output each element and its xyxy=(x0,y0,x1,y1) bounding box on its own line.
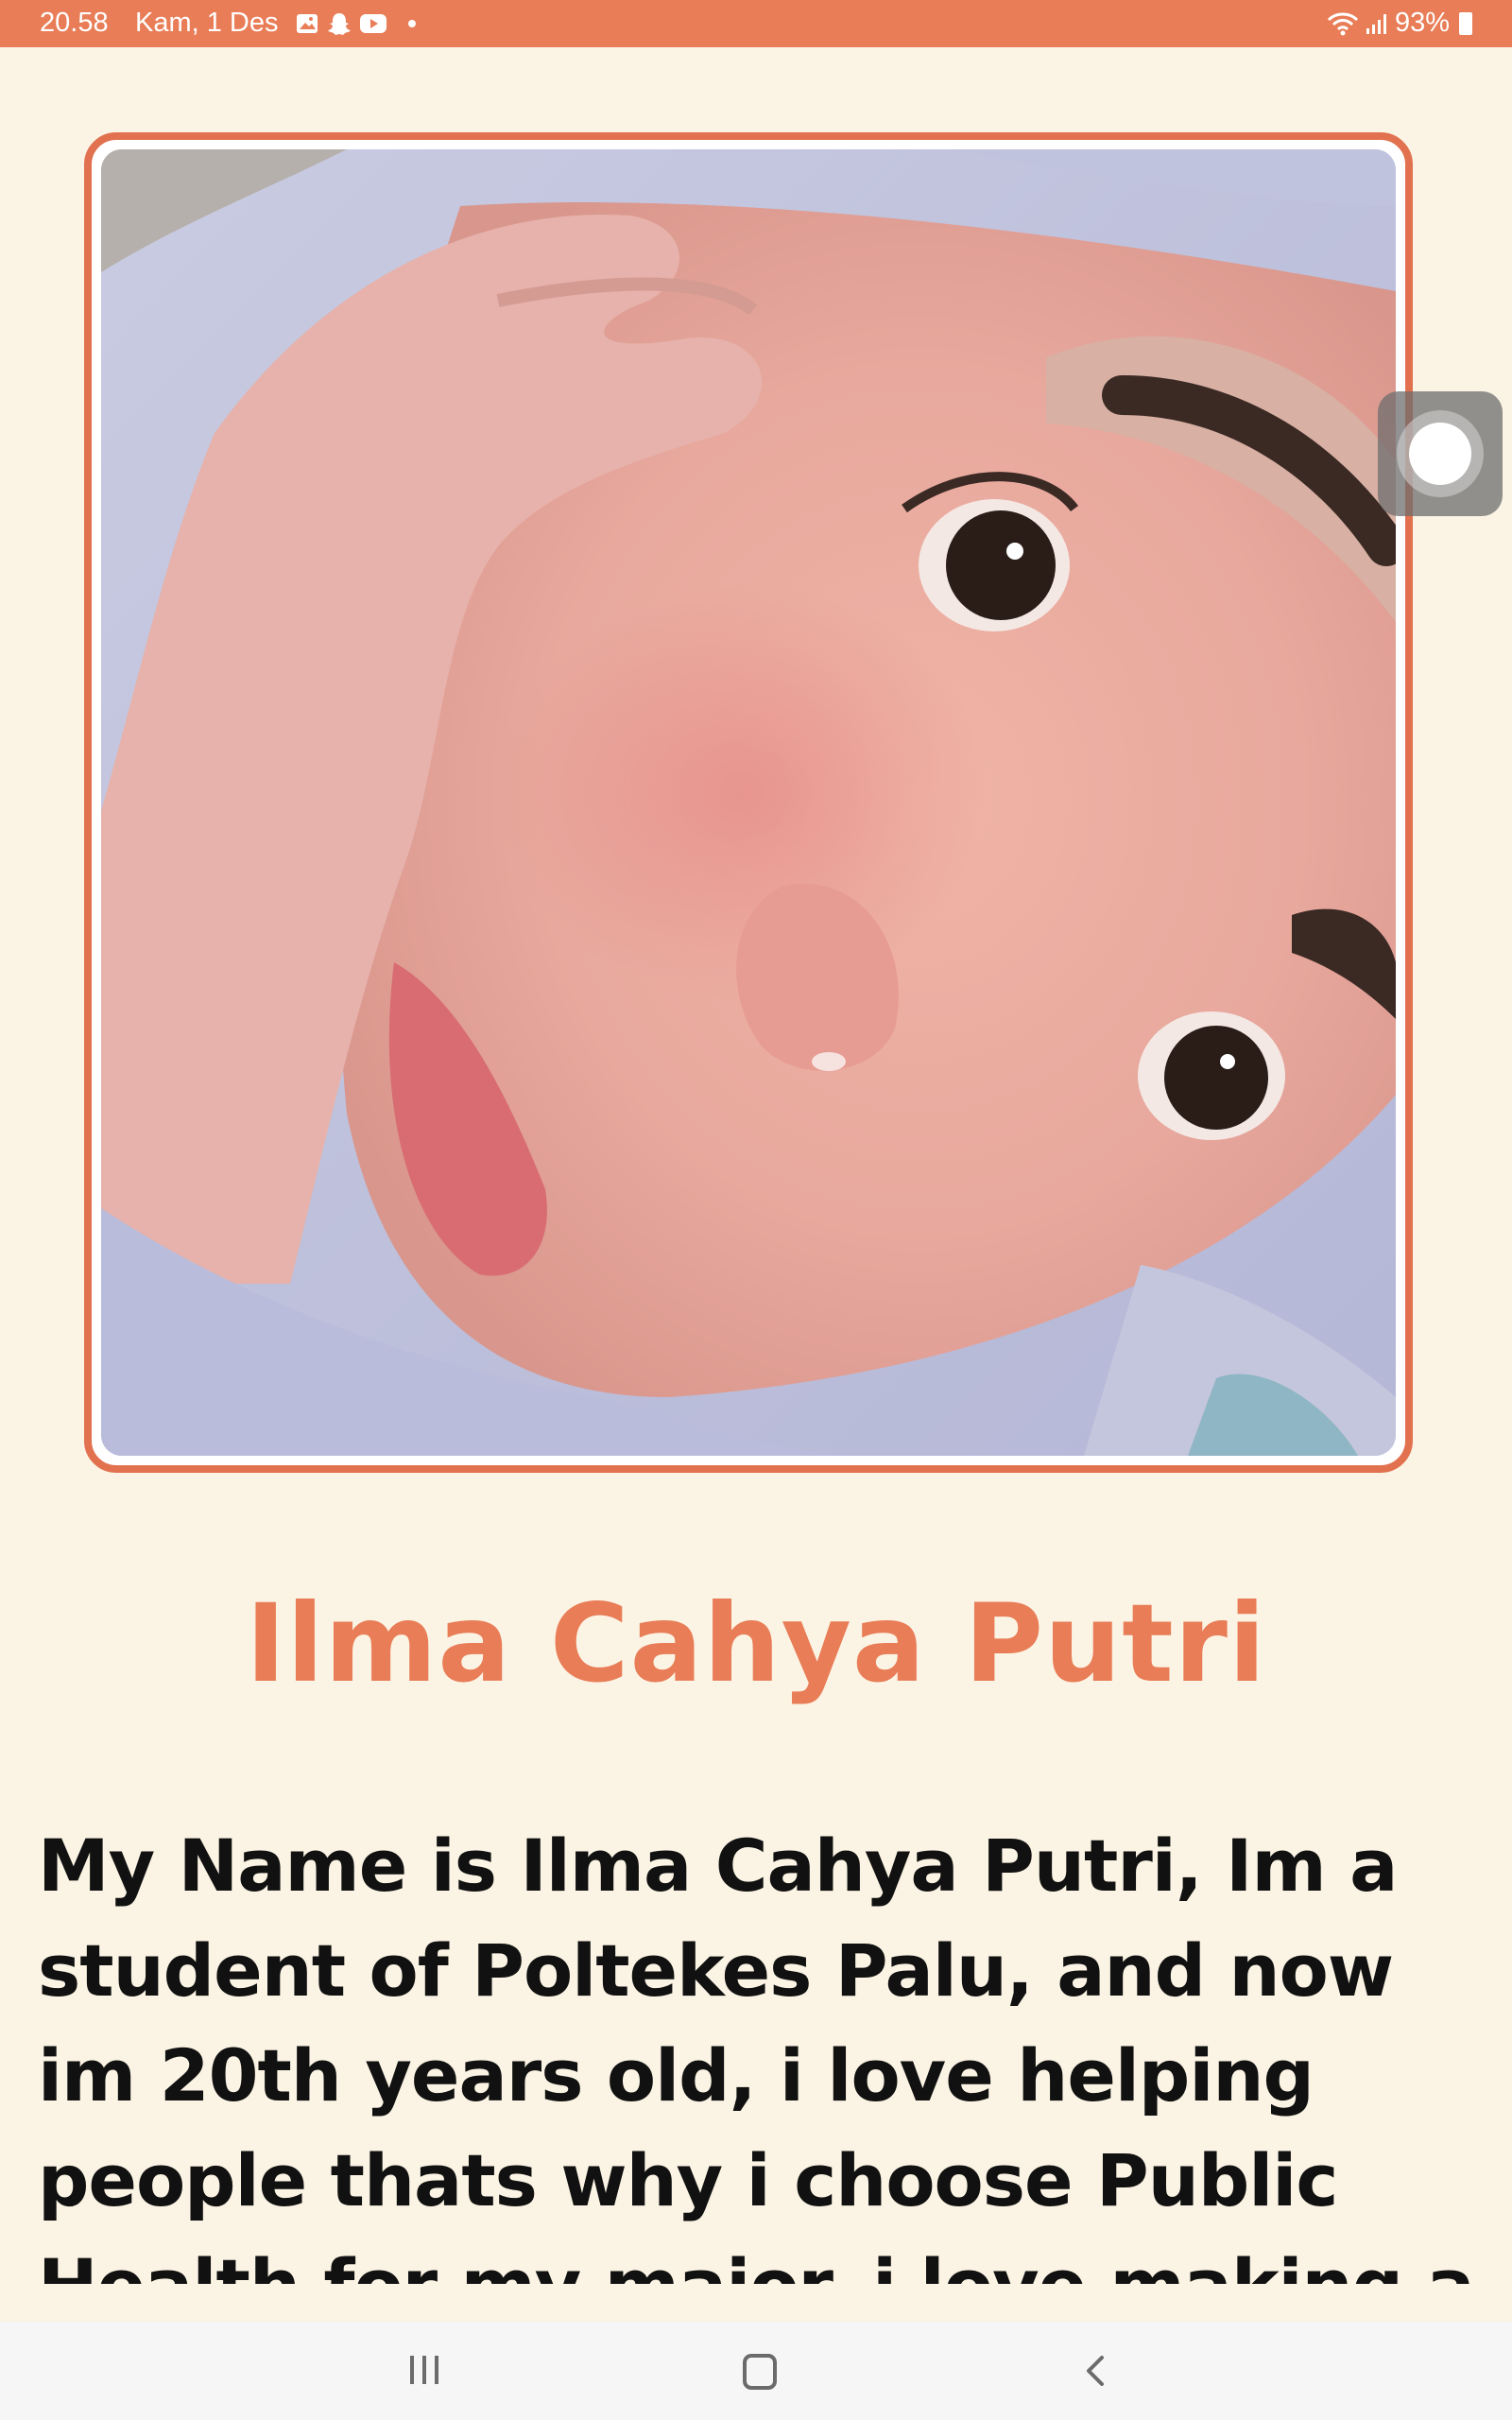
assistive-touch-button[interactable] xyxy=(1378,391,1503,516)
battery-icon xyxy=(1459,11,1472,35)
profile-name: Ilma Cahya Putri xyxy=(245,1581,1267,1706)
signal-icon xyxy=(1366,13,1386,34)
recents-icon-bar xyxy=(410,2356,414,2384)
recents-button[interactable] xyxy=(410,2356,438,2384)
profile-photo-frame xyxy=(84,132,1413,1473)
wifi-icon xyxy=(1327,12,1359,35)
status-bar: 20.58 Kam, 1 Des 93% xyxy=(0,0,1512,47)
profile-bio: My Name is Ilma Cahya Putri, Im a studen… xyxy=(38,1824,1475,2284)
gallery-icon xyxy=(297,14,318,33)
status-time: 20.58 xyxy=(40,8,109,38)
system-status: 93% xyxy=(1327,8,1472,39)
profile-photo xyxy=(101,149,1396,1456)
battery-percent: 93% xyxy=(1394,8,1450,38)
navigation-bar xyxy=(0,2322,1512,2420)
recents-icon-bar xyxy=(435,2356,438,2384)
back-button[interactable] xyxy=(1079,2354,1113,2388)
recents-icon-bar xyxy=(422,2356,426,2384)
home-button[interactable] xyxy=(743,2354,777,2390)
youtube-icon xyxy=(360,14,387,33)
status-date: Kam, 1 Des xyxy=(135,8,279,38)
notification-icons xyxy=(295,11,416,36)
more-notifications-dot xyxy=(408,20,416,27)
assistive-touch-core xyxy=(1409,423,1471,485)
snapchat-icon xyxy=(328,13,351,35)
